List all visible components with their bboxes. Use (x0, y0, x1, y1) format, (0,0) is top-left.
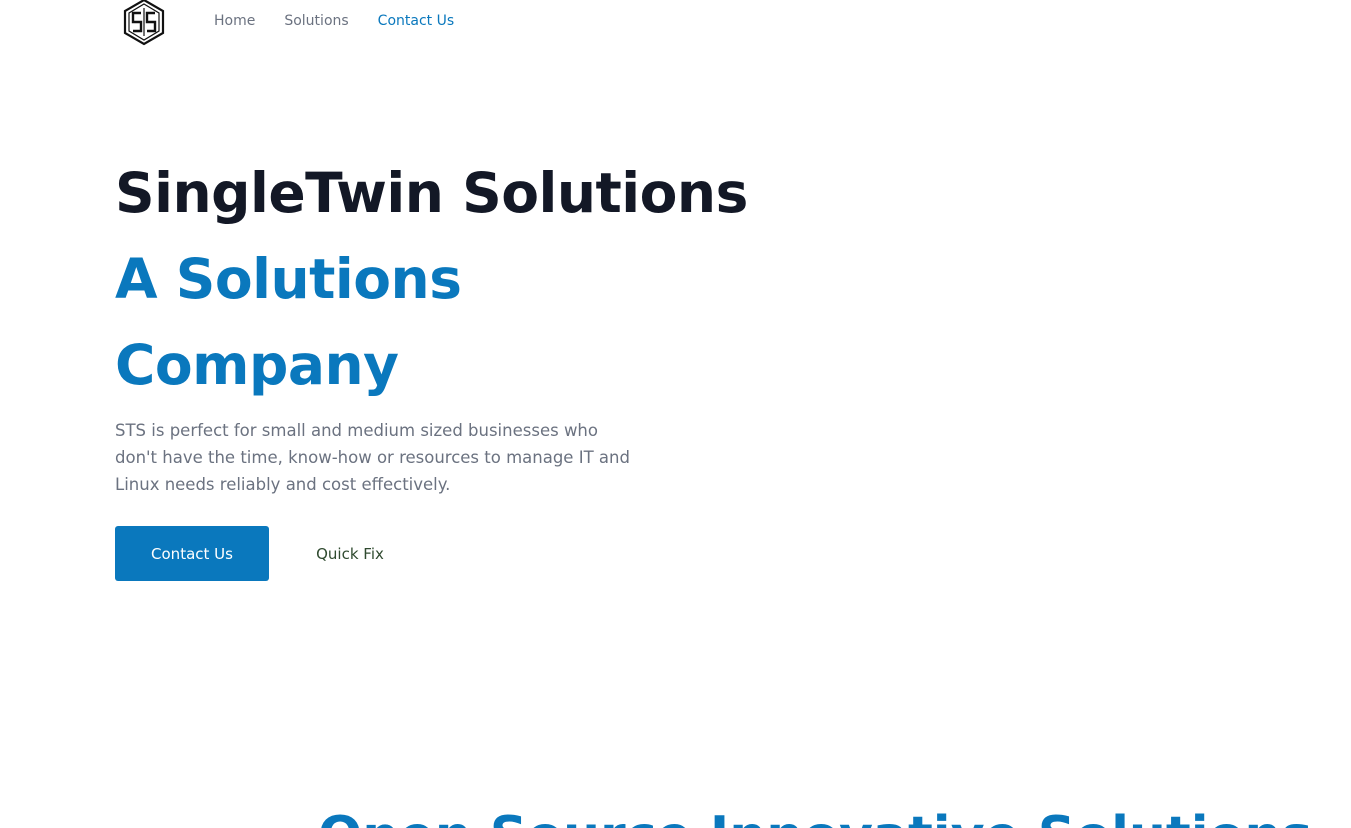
nav-link-contact-us[interactable]: Contact Us (378, 13, 454, 29)
top-navigation: Home Solutions Contact Us (0, 0, 1351, 46)
nav-links: Home Solutions Contact Us (214, 13, 454, 29)
section-heading: Open Source Innovative Solutions (318, 806, 1312, 828)
hero-title-tagline: A Solutions Company (115, 247, 462, 397)
sts-logo-icon (123, 0, 165, 46)
hero-description: STS is perfect for small and medium size… (115, 421, 630, 494)
page: Home Solutions Contact Us SingleTwin Sol… (0, 0, 1351, 828)
nav-link-solutions[interactable]: Solutions (284, 13, 348, 29)
quick-fix-button[interactable]: Quick Fix (300, 526, 400, 581)
hero-title-company-name: SingleTwin Solutions (115, 161, 748, 225)
contact-us-button[interactable]: Contact Us (115, 526, 269, 581)
sts-logo[interactable] (121, 0, 167, 46)
hero-title: SingleTwin Solutions A Solutions Company (115, 150, 755, 408)
nav-link-home[interactable]: Home (214, 13, 255, 29)
